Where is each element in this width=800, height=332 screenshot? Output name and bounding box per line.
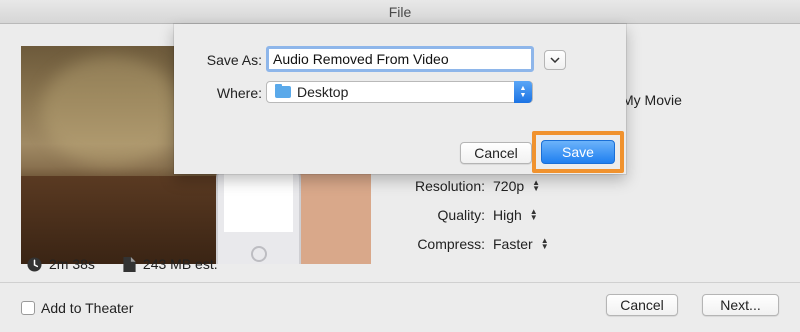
save-button[interactable]: Save <box>541 140 615 164</box>
add-to-theater-checkbox[interactable] <box>21 301 35 315</box>
where-select[interactable]: Desktop ▲ ▼ <box>266 81 533 103</box>
cancel-button[interactable]: Cancel <box>606 294 678 316</box>
compress-setting: Compress: Faster ▲ ▼ <box>380 236 549 252</box>
sheet-cancel-button[interactable]: Cancel <box>460 142 532 164</box>
save-as-input[interactable]: Audio Removed From Video <box>266 46 534 72</box>
thumbnail-phone-screen <box>224 174 293 232</box>
thumbnail-phone-button <box>251 246 267 262</box>
add-to-theater-option[interactable]: Add to Theater <box>21 300 133 316</box>
resolution-value[interactable]: 720p <box>493 178 524 194</box>
document-icon <box>123 256 136 272</box>
where-label: Where: <box>216 85 262 101</box>
quality-stepper-icon[interactable]: ▲ ▼ <box>530 208 538 222</box>
chevron-down-icon <box>550 57 560 63</box>
clock-icon <box>27 256 42 272</box>
duration-text: 2m 38s <box>49 256 95 272</box>
footer-divider <box>0 282 800 283</box>
resolution-label: Resolution: <box>414 178 485 194</box>
movie-title-partial: My Movie <box>622 92 682 108</box>
quality-value[interactable]: High <box>493 207 522 223</box>
duration: 2m 38s <box>27 256 95 272</box>
window-title: File <box>0 0 800 24</box>
add-to-theater-label: Add to Theater <box>41 300 134 316</box>
compress-stepper-icon[interactable]: ▲ ▼ <box>541 237 549 251</box>
where-value: Desktop <box>297 84 349 100</box>
next-button[interactable]: Next... <box>702 294 779 316</box>
select-arrows-icon: ▲ ▼ <box>514 81 532 103</box>
quality-label: Quality: <box>437 207 485 223</box>
save-as-label: Save As: <box>206 52 262 68</box>
resolution-stepper-icon[interactable]: ▲ ▼ <box>532 179 540 193</box>
compress-label: Compress: <box>417 236 485 252</box>
file-size-text: 243 MB est. <box>142 256 218 272</box>
file-size: 243 MB est. <box>123 256 218 272</box>
resolution-setting: Resolution: 720p ▲ ▼ <box>380 178 540 194</box>
quality-setting: Quality: High ▲ ▼ <box>380 207 538 223</box>
movie-meta: 2m 38s 243 MB est. <box>27 256 246 272</box>
folder-icon <box>275 84 291 98</box>
compress-value[interactable]: Faster <box>493 236 533 252</box>
expand-sheet-button[interactable] <box>544 50 566 70</box>
thumbnail-phone <box>216 166 301 264</box>
thumbnail-bokeh <box>41 56 181 166</box>
